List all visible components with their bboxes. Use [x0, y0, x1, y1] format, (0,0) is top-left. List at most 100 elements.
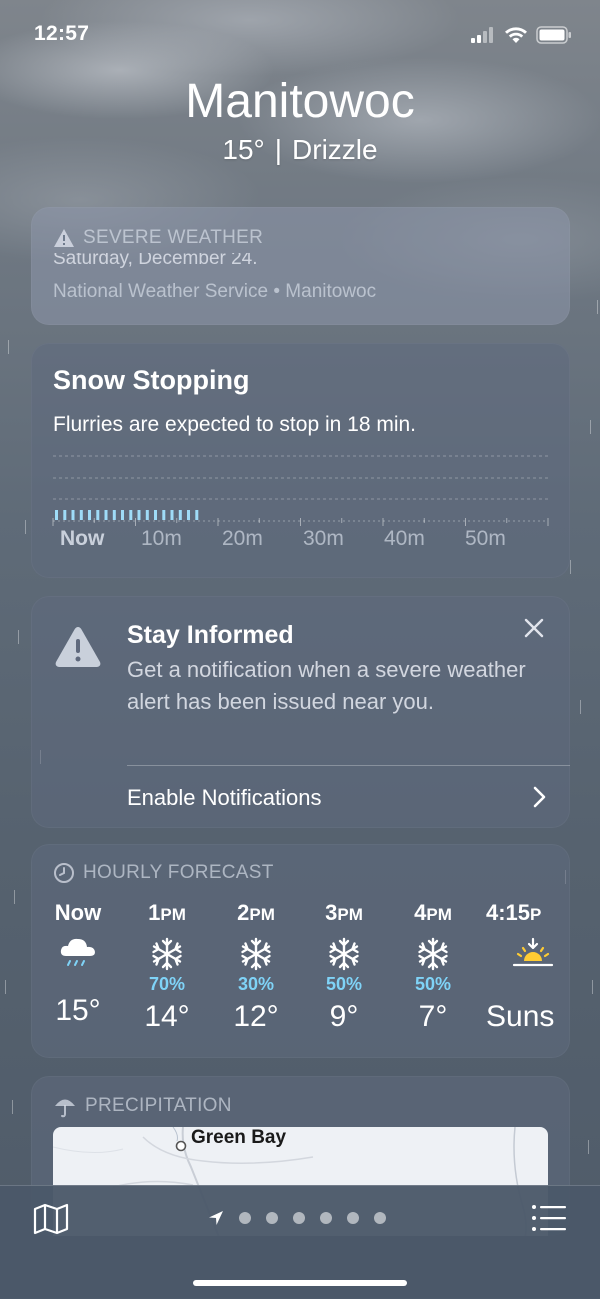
- close-icon[interactable]: [520, 614, 548, 642]
- next-hour-title: Snow Stopping: [53, 365, 250, 395]
- hour-temperature: 14°: [144, 1000, 190, 1033]
- minute-ticks: [52, 518, 549, 526]
- rain-streak: [14, 890, 15, 904]
- hour-time: Now: [54, 900, 102, 925]
- page-dot[interactable]: [320, 1212, 332, 1224]
- hour-temperature: 12°: [233, 1000, 279, 1033]
- precip-bar: [162, 510, 166, 520]
- precip-bar: [71, 510, 75, 520]
- sunset-icon: [486, 934, 570, 974]
- page-dot[interactable]: [266, 1212, 278, 1224]
- precip-chance: 30%: [237, 974, 275, 994]
- precip-bar: [137, 510, 141, 520]
- clock-icon: [54, 863, 74, 883]
- precip-bar: [96, 510, 100, 520]
- page-dot[interactable]: [347, 1212, 359, 1224]
- map-icon[interactable]: [33, 1203, 69, 1235]
- hour-column: 3PM 50% 9°: [299, 900, 389, 1034]
- hour-label: 1PM: [122, 900, 212, 928]
- severe-weather-heading: SEVERE WEATHER: [53, 227, 263, 249]
- location-header: Manitowoc 15° | Drizzle: [0, 76, 600, 166]
- hour-temperature: 7°: [418, 1000, 448, 1033]
- status-bar: 12:57: [34, 22, 572, 50]
- stay-informed-card: Stay Informed Get a notification when a …: [31, 596, 570, 828]
- precip-bar: [145, 510, 149, 520]
- precip-bar: [63, 510, 67, 520]
- precip-bar: [170, 510, 174, 520]
- hourly-forecast-heading: HOURLY FORECAST: [53, 862, 274, 884]
- minute-label: 20m: [222, 527, 263, 550]
- battery-icon: [536, 26, 571, 44]
- snowflake-icon: [122, 934, 212, 974]
- hour-label: 4PM: [388, 900, 478, 928]
- umbrella-icon: [55, 1099, 75, 1118]
- page-indicator[interactable]: [208, 1210, 386, 1226]
- rain-streak: [570, 560, 571, 574]
- cellular-signal-icon: [471, 27, 493, 43]
- hour-temperature: Suns: [486, 1000, 555, 1033]
- rain-streak: [592, 980, 593, 994]
- minute-label: 10m: [141, 527, 182, 550]
- severe-weather-card[interactable]: SEVERE WEATHER Saturday, December 24. Na…: [31, 207, 570, 325]
- hour-temperature: 15°: [55, 994, 101, 1027]
- precip-bar: [154, 510, 157, 520]
- location-arrow-icon[interactable]: [208, 1210, 224, 1226]
- precipitation-heading: PRECIPITATION: [53, 1094, 232, 1118]
- hour-column: Now 15°: [33, 900, 123, 1028]
- hour-suffix: P: [530, 905, 542, 924]
- precip-chance: 70%: [148, 974, 186, 994]
- hour-time: 2: [237, 900, 250, 925]
- next-hour-card[interactable]: Snow Stopping Flurries are expected to s…: [31, 343, 570, 578]
- city-name: Manitowoc: [185, 75, 415, 128]
- cloud-drizzle-icon: [33, 938, 123, 968]
- page-dot[interactable]: [293, 1212, 305, 1224]
- severe-weather-label: SEVERE WEATHER: [83, 227, 264, 248]
- rain-streak: [8, 340, 9, 354]
- rain-streak: [588, 1140, 589, 1154]
- home-indicator[interactable]: [193, 1280, 407, 1286]
- hour-label: 2PM: [211, 900, 301, 928]
- rain-streak: [25, 520, 26, 534]
- rain-streak: [580, 700, 581, 714]
- page-dot[interactable]: [239, 1212, 251, 1224]
- wifi-icon: [505, 27, 527, 43]
- rain-streak: [18, 630, 19, 644]
- hour-column: 1PM 70% 14°: [122, 900, 212, 1034]
- list-icon[interactable]: [531, 1203, 567, 1233]
- hour-suffix: PM: [337, 905, 363, 924]
- minute-label: 40m: [384, 527, 425, 550]
- minute-label: 50m: [465, 527, 506, 550]
- rain-streak: [5, 980, 6, 994]
- hourly-forecast-card[interactable]: HOURLY FORECAST Now 15° 1PM 70% 14° 2PM 30% 12°…: [31, 844, 570, 1058]
- city-dot-icon: [175, 1140, 187, 1152]
- rain-streak: [12, 1100, 13, 1114]
- divider: [127, 765, 570, 766]
- page-dot[interactable]: [374, 1212, 386, 1224]
- minute-label: 30m: [303, 527, 344, 550]
- precip-bar: [112, 510, 116, 520]
- separator: |: [274, 134, 283, 165]
- precip-bar: [79, 510, 83, 520]
- current-temperature: 15°: [222, 134, 265, 165]
- hour-column: 2PM 30% 12°: [211, 900, 301, 1034]
- enable-notifications-button[interactable]: Enable Notifications: [127, 785, 321, 811]
- next-hour-description: Flurries are expected to stop in 18 min.: [53, 413, 417, 436]
- precipitation-minute-chart: [52, 455, 549, 526]
- precip-chance: 50%: [325, 974, 363, 994]
- current-condition: Drizzle: [292, 134, 378, 165]
- current-conditions: 15° | Drizzle: [0, 134, 600, 166]
- precip-bar: [88, 510, 91, 520]
- hour-suffix: PM: [160, 905, 186, 924]
- precip-chance: [486, 974, 570, 998]
- hour-suffix: PM: [426, 905, 452, 924]
- hour-time: 4: [414, 900, 427, 925]
- snowflake-icon: [388, 934, 478, 974]
- hour-time: 4:15: [486, 900, 531, 925]
- precip-bar: [104, 510, 108, 520]
- snowflake-icon: [299, 934, 389, 974]
- stay-informed-body: Get a notification when a severe weather…: [127, 657, 526, 714]
- warning-triangle-icon: [55, 627, 101, 667]
- precip-bar: [129, 510, 133, 520]
- chevron-right-icon[interactable]: [530, 785, 548, 809]
- precip-chance: 50%: [414, 974, 452, 994]
